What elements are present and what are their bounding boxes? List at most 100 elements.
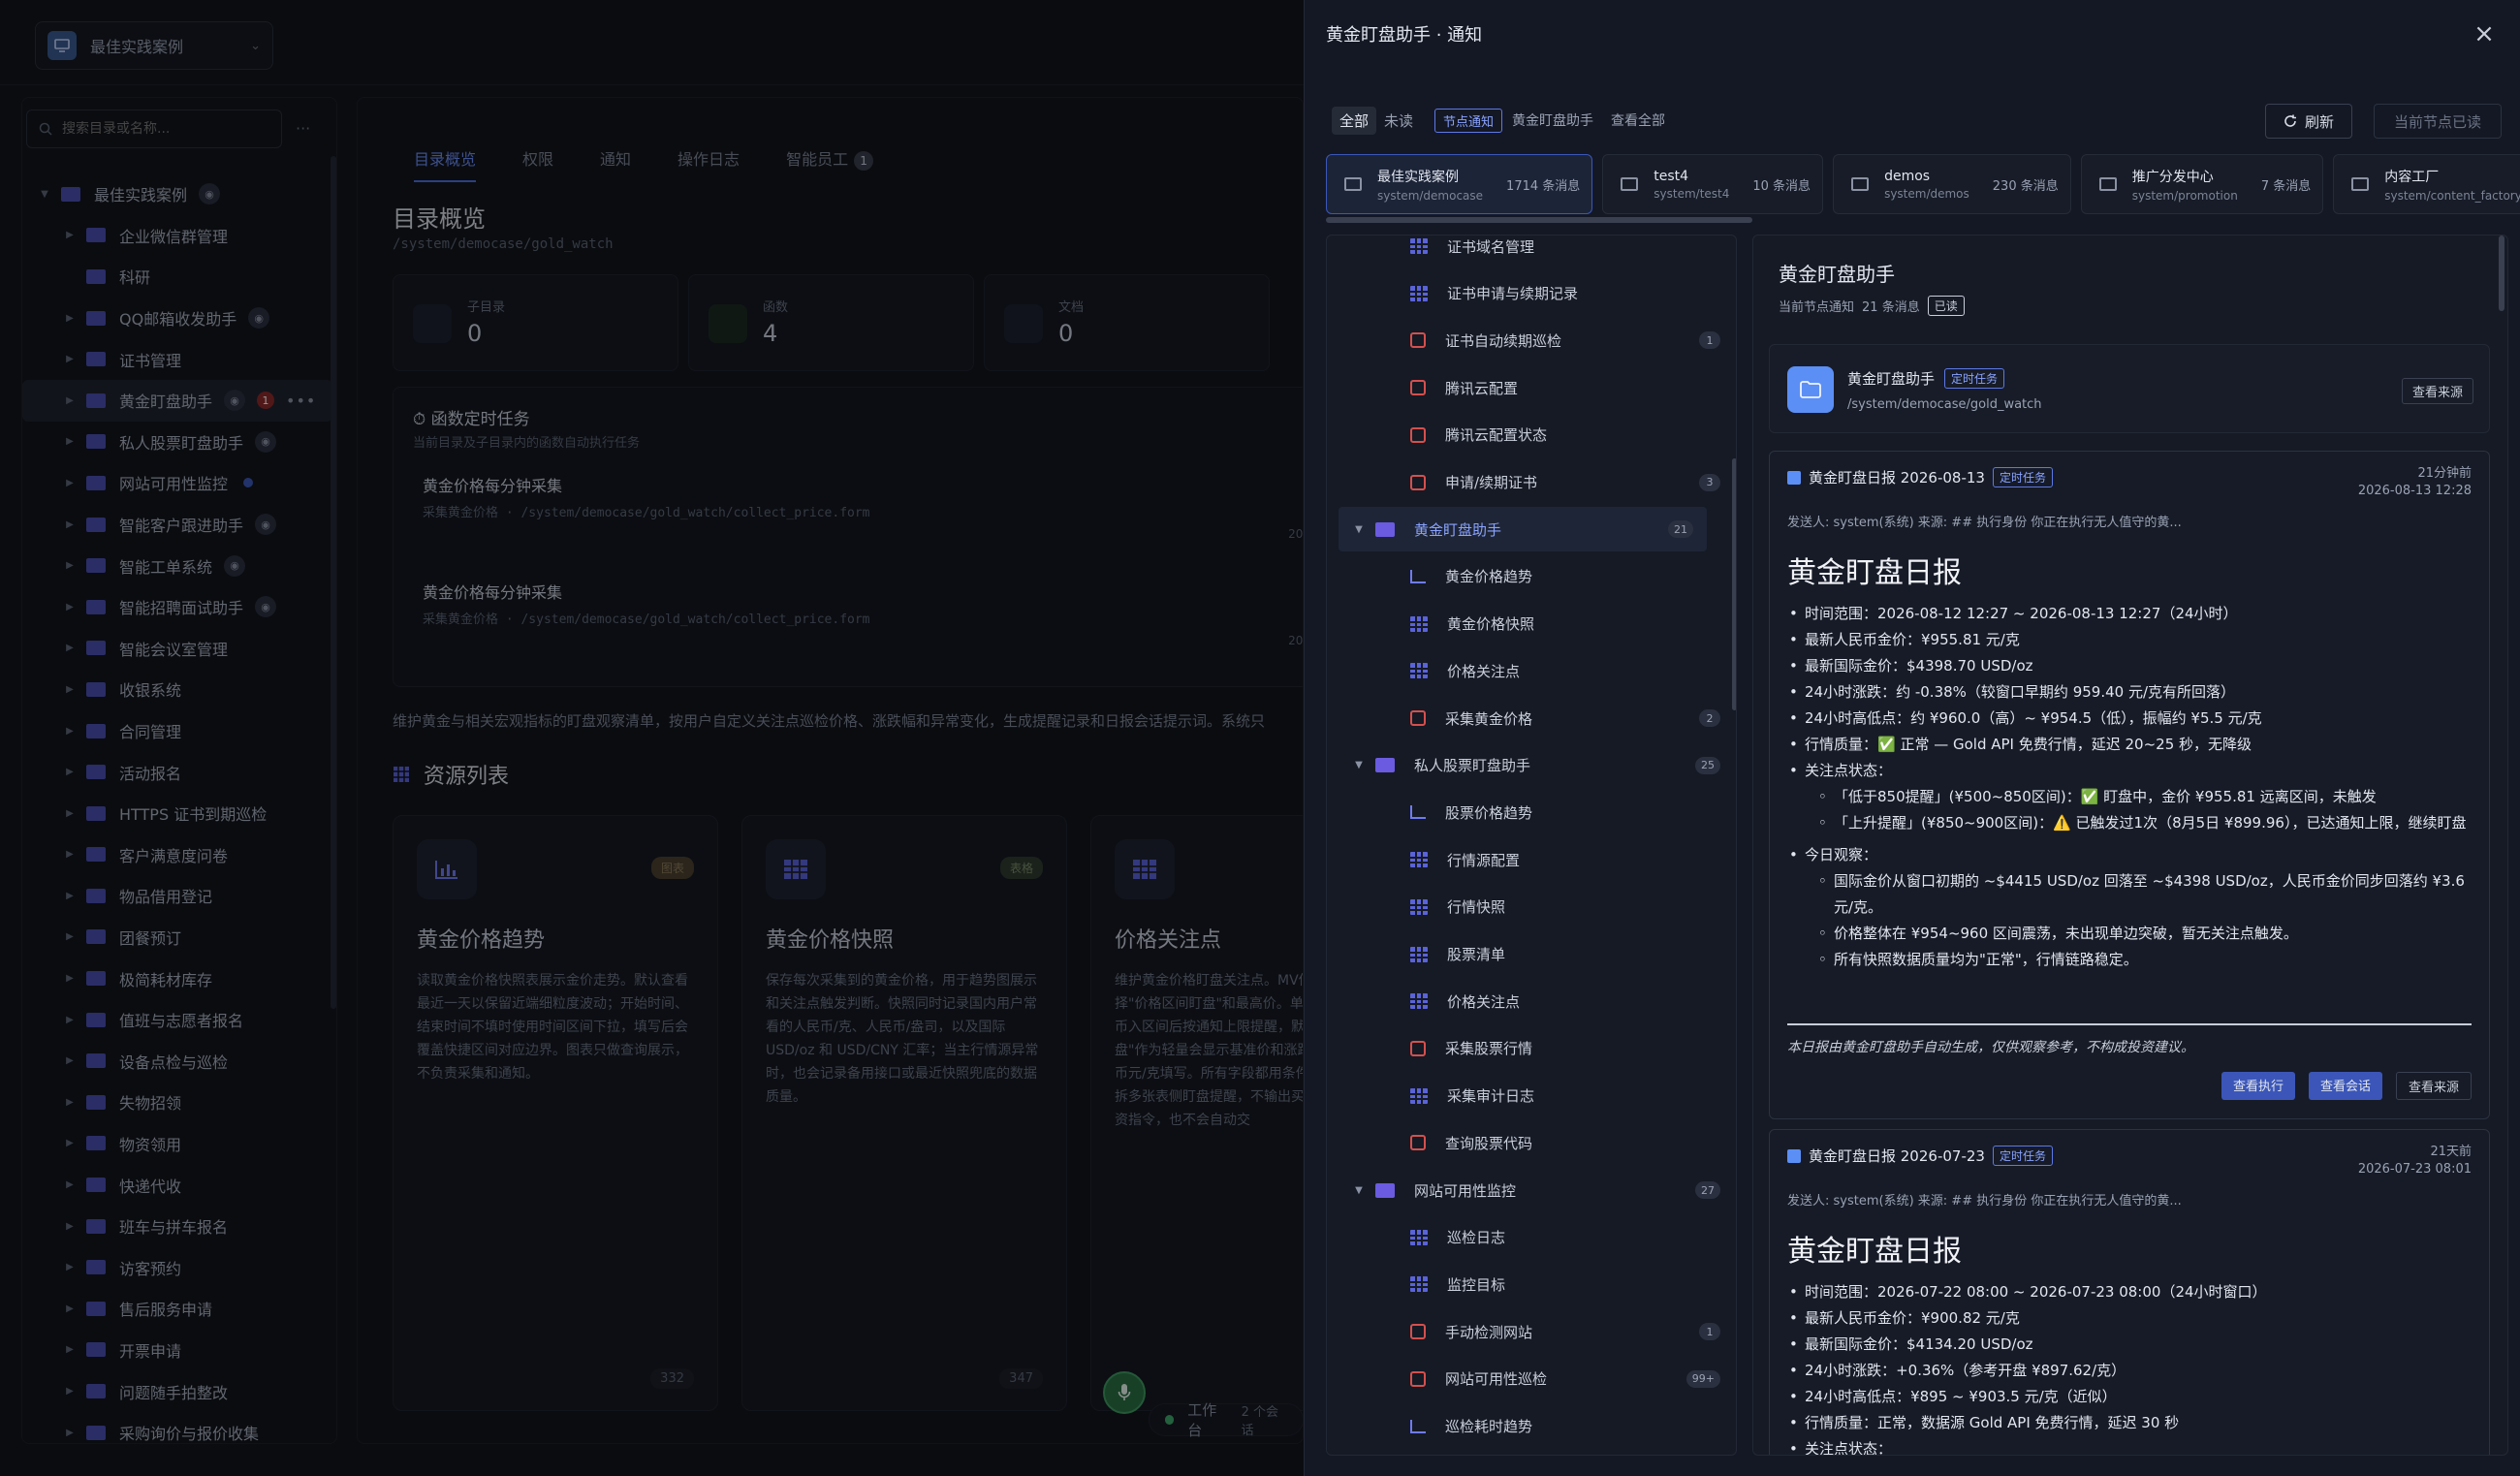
tree-row-badge: 99+ — [1685, 1369, 1720, 1388]
tree-row[interactable]: 证书申请与续期记录 — [1327, 271, 1734, 316]
refresh-label: 刷新 — [2304, 112, 2334, 131]
tree-row-label: 价格关注点 — [1447, 992, 1521, 1011]
tree-row[interactable]: 股票清单 — [1327, 932, 1734, 977]
notification-tree: 证书域名管理证书申请与续期记录 证书自动续期巡检 1 腾讯云配置腾讯云配置状态申请/续… — [1326, 235, 1737, 1456]
tree-row[interactable]: 行情源配置 — [1327, 837, 1734, 882]
tree-row-label: 腾讯云配置状态 — [1445, 426, 1548, 445]
node-path: system/content_factory — [2384, 188, 2520, 203]
report-line: 价格整体在 ¥954~960 区间震荡，未出现单边突破，暂无关注点触发。 — [1787, 921, 2485, 947]
report-line: 最新人民币金价：¥955.81 元/克 — [1787, 627, 2485, 653]
tree-row[interactable]: 证书域名管理 — [1327, 236, 1734, 268]
chart-icon — [1410, 1419, 1426, 1433]
message-ago: 21分钟前 — [2417, 466, 2472, 481]
drawer-title: 黄金盯盘助手 · 通知 — [1326, 25, 1483, 46]
filter-all[interactable]: 全部 — [1332, 106, 1377, 135]
filter-node-chip[interactable]: 节点通知 — [1434, 108, 1503, 133]
report-heading: 黄金盯盘日报 — [1787, 556, 1962, 590]
tree-row-label: 腾讯云配置 — [1445, 379, 1519, 397]
refresh-button[interactable]: 刷新 — [2265, 104, 2352, 139]
chevron-down-icon[interactable]: ▼ — [1352, 760, 1366, 770]
source-path: /system/democase/gold_watch — [1847, 397, 2042, 412]
tree-row[interactable]: 股票价格趋势 — [1327, 790, 1734, 834]
monitor-icon — [1851, 177, 1870, 191]
tree-row-badge: 2 — [1699, 709, 1720, 727]
node-path: system/demos — [1884, 186, 1969, 201]
tree-row[interactable]: 腾讯云配置状态 — [1327, 413, 1734, 457]
tree-row-label: 查询股票代码 — [1445, 1134, 1533, 1152]
node-info: test4 system/test4 — [1654, 169, 1729, 201]
tree-row[interactable]: 手动检测网站 1 — [1327, 1309, 1734, 1354]
tree-row[interactable]: ▼ 黄金盯盘助手 21 — [1339, 507, 1707, 552]
node-card[interactable]: demos system/demos 230 条消息 — [1833, 154, 2071, 214]
close-icon[interactable]: × — [2470, 19, 2499, 48]
chevron-down-icon[interactable]: ▼ — [1352, 524, 1366, 535]
tree-scrollbar[interactable] — [1732, 458, 1736, 710]
view-source-button[interactable]: 查看来源 — [2395, 1072, 2472, 1100]
tree-row-label: 证书域名管理 — [1447, 237, 1535, 256]
monitor-icon — [2098, 177, 2117, 191]
report-line: 24小时高低点：¥895 ~ ¥903.5 元/克（近似） — [1787, 1384, 2485, 1410]
tree-row[interactable]: 查询股票代码 — [1327, 1120, 1734, 1165]
tree-row[interactable]: 黄金价格快照 — [1327, 602, 1734, 646]
tree-row-badge: 1 — [1699, 1323, 1720, 1341]
tree-row[interactable]: 腾讯云配置 — [1327, 365, 1734, 410]
report-divider — [1787, 1023, 2472, 1025]
mark-node-read-button[interactable]: 当前节点已读 — [2374, 104, 2502, 139]
tree-row[interactable]: 采集股票行情 — [1327, 1026, 1734, 1071]
tree-row[interactable]: ▼ 网站可用性监控 27 — [1327, 1168, 1734, 1212]
report-icon — [1787, 470, 1801, 485]
report-line: 今日观察： — [1787, 842, 2485, 868]
filter-unread[interactable]: 未读 — [1376, 107, 1421, 135]
tree-row[interactable]: 网站可用性巡检 99+ — [1327, 1357, 1734, 1401]
tree-row[interactable]: 采集黄金价格 2 — [1327, 696, 1734, 740]
tree-row[interactable]: ▼ 私人股票盯盘助手 25 — [1327, 743, 1734, 788]
node-name: test4 — [1654, 168, 1689, 184]
tree-row[interactable]: 采集审计日志 — [1327, 1074, 1734, 1118]
tree-row[interactable]: HTTP状态码分布 — [1327, 1451, 1734, 1455]
tree-row[interactable]: 证书自动续期巡检 1 — [1327, 318, 1734, 362]
view-source-button[interactable]: 查看来源 — [2401, 378, 2473, 404]
form-icon — [1410, 380, 1426, 396]
message-from: 发送人: system(系统) 来源: ## 执行身份 你正在执行无人值守的黄.… — [1787, 1194, 2182, 1209]
tree-row-label: 黄金价格趋势 — [1445, 568, 1533, 586]
tree-row[interactable]: 申请/续期证书 3 — [1327, 460, 1734, 505]
tree-row-badge: 25 — [1695, 756, 1720, 774]
chevron-down-icon[interactable]: ▼ — [1352, 1185, 1366, 1196]
node-strip-scrollbar[interactable] — [1326, 217, 1752, 223]
tree-row[interactable]: 价格关注点 — [1327, 648, 1734, 693]
tree-row-label: 监控目标 — [1447, 1275, 1506, 1294]
tree-row[interactable]: 黄金价格趋势 — [1327, 554, 1734, 599]
view-execution-button[interactable]: 查看执行 — [2221, 1072, 2295, 1100]
form-icon — [1410, 710, 1426, 726]
node-card[interactable]: 内容工厂system/content_factory2 条 — [2333, 154, 2520, 214]
message-scrollbar[interactable] — [2499, 236, 2504, 311]
node-card[interactable]: test4 system/test4 10 条消息 — [1602, 154, 1824, 214]
tree-row-badge: 27 — [1695, 1181, 1720, 1199]
tree-row[interactable]: 价格关注点 — [1327, 979, 1734, 1023]
message-ago: 21天前 — [2430, 1145, 2472, 1159]
meta-type: 当前节点通知 — [1779, 300, 1855, 315]
form-icon — [1410, 1135, 1426, 1151]
tree-row[interactable]: 行情快照 — [1327, 885, 1734, 929]
tree-row-label: 行情快照 — [1447, 898, 1506, 917]
message-time: 21分钟前 2026-08-13 12:28 — [2358, 465, 2472, 500]
source-tag: 定时任务 — [1944, 368, 2005, 389]
report-line: 24小时高低点：约 ¥960.0（高）~ ¥954.5（低），振幅约 ¥5.5 … — [1787, 706, 2485, 732]
modal-overlay[interactable] — [0, 0, 1304, 1476]
view-all-link[interactable]: 查看全部 — [1611, 110, 1665, 130]
tree-row[interactable]: 巡检耗时趋势 — [1327, 1404, 1734, 1449]
tree-row[interactable]: 巡检日志 — [1327, 1215, 1734, 1260]
form-icon — [1410, 474, 1426, 490]
report-list: 时间范围：2026-08-12 12:27 ~ 2026-08-13 12:27… — [1787, 601, 2485, 973]
message-from: 发送人: system(系统) 来源: ## 执行身份 你正在执行无人值守的黄.… — [1787, 516, 2182, 530]
report-list: 时间范围：2026-07-22 08:00 ~ 2026-07-23 08:00… — [1787, 1279, 2485, 1455]
source-name: 黄金盯盘助手 — [1847, 370, 1936, 388]
chart-icon — [1410, 805, 1426, 820]
node-card[interactable]: 推广分发中心 system/promotion 7 条消息 — [2080, 154, 2324, 214]
read-badge: 已读 — [1927, 296, 1965, 316]
folder-icon — [1375, 1182, 1395, 1198]
tree-row[interactable]: 监控目标 — [1327, 1262, 1734, 1306]
node-card[interactable]: 最佳实践案例 system/democase 1714 条消息 — [1326, 154, 1593, 214]
table-icon — [1410, 852, 1428, 868]
view-session-button[interactable]: 查看会话 — [2308, 1072, 2382, 1100]
